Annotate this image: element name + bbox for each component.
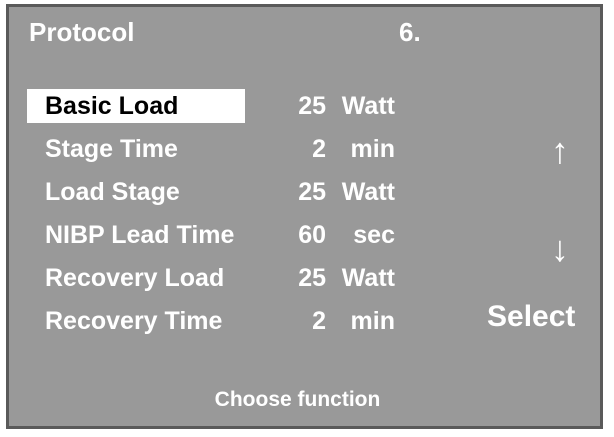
setting-row-nibp-lead-time[interactable]: NIBP Lead Time 60 sec (27, 218, 407, 252)
setting-row-recovery-time[interactable]: Recovery Time 2 min (27, 304, 407, 338)
setting-label: Recovery Time (45, 307, 223, 335)
setting-label: Stage Time (45, 135, 178, 163)
setting-unit: sec (353, 221, 395, 249)
setting-value: 25 (298, 178, 326, 206)
setting-label: Recovery Load (45, 264, 225, 292)
page-title: Protocol (29, 17, 135, 47)
arrow-up-icon[interactable]: ↑ (551, 131, 569, 171)
setting-unit: Watt (341, 264, 395, 292)
setting-value: 2 (312, 307, 326, 335)
setting-value: 60 (298, 221, 326, 249)
setting-label: Load Stage (45, 178, 180, 206)
setting-row-load-stage[interactable]: Load Stage 25 Watt (27, 175, 407, 209)
status-hint: Choose function (214, 388, 381, 411)
setting-unit: min (350, 307, 395, 335)
setting-value: 25 (298, 264, 326, 292)
setting-unit: Watt (341, 92, 395, 120)
arrow-down-icon[interactable]: ↓ (551, 229, 569, 269)
setting-row-recovery-load[interactable]: Recovery Load 25 Watt (27, 261, 407, 295)
setting-value: 25 (298, 92, 326, 120)
setting-row-stage-time[interactable]: Stage Time 2 min (27, 132, 407, 166)
setting-label: Basic Load (45, 92, 179, 120)
setting-value: 2 (312, 135, 326, 163)
setting-label: NIBP Lead Time (45, 221, 235, 249)
protocol-screen: Protocol 6. Basic Load 25 Watt Stage Tim… (6, 4, 603, 429)
setting-row-basic-load[interactable]: Basic Load 25 Watt (27, 89, 407, 123)
setting-unit: Watt (341, 178, 395, 206)
setting-unit: min (350, 135, 395, 163)
select-button[interactable]: Select (487, 299, 575, 335)
page-number: 6. (399, 17, 421, 47)
